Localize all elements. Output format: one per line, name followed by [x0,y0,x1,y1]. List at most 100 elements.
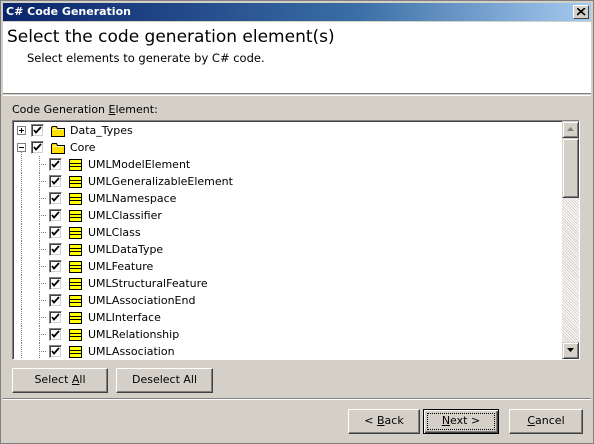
class-icon [69,295,82,310]
checkmark-icon [51,347,60,355]
tree-item-checkbox[interactable] [49,345,62,358]
tree-line [21,224,22,241]
tree-item-checkbox[interactable] [49,311,62,324]
class-icon [69,176,82,191]
tree-line [21,292,22,309]
class-icon [69,193,82,208]
tree-line [21,275,22,292]
code-generation-dialog: C# Code Generation Select the code gener… [0,0,594,444]
close-icon [577,8,586,16]
tree-item-checkbox[interactable] [49,158,62,171]
class-icon [69,346,82,359]
tree-item-label[interactable]: UMLAssociation [88,345,175,358]
wizard-header: Select the code generation element(s) Se… [3,22,591,94]
tree-line [21,343,22,359]
tree-item-label[interactable]: UMLModelElement [88,158,190,171]
tree-item-label[interactable]: UMLClass [88,226,141,239]
tree-item[interactable]: UMLDataType [13,241,561,258]
scroll-thumb[interactable] [562,138,579,198]
checkmark-icon [51,160,60,168]
tree-item-checkbox[interactable] [49,209,62,222]
collapse-icon[interactable] [17,143,26,152]
tree-item-checkbox[interactable] [49,260,62,273]
tree-item-checkbox[interactable] [49,294,62,307]
tree-item-checkbox[interactable] [49,192,62,205]
tree-line [21,309,22,326]
tree-item[interactable]: Data_Types [13,122,561,139]
tree-item-label[interactable]: UMLFeature [88,260,153,273]
tree-rows: Data_Types Core UMLModelElement UMLGenerali… [13,121,561,359]
class-icon [69,227,82,242]
tree-item[interactable]: UMLFeature [13,258,561,275]
tree-item-label[interactable]: UMLDataType [88,243,163,256]
tree-item-checkbox[interactable] [49,243,62,256]
scroll-up-button[interactable] [562,121,579,138]
tree-line [21,173,22,190]
tree-label: Code Generation Element: [12,103,158,116]
folder-icon [51,142,65,157]
header-divider [3,95,591,96]
tree-line [21,258,22,275]
scroll-down-button[interactable] [562,342,579,359]
tree-item-checkbox[interactable] [49,175,62,188]
select-all-button[interactable]: Select All [12,368,108,393]
tree-item[interactable]: Core [13,139,561,156]
cancel-button[interactable]: Cancel [509,409,583,434]
tree-line [21,190,22,207]
class-icon [69,244,82,259]
tree-line [21,241,22,258]
tree-item-label[interactable]: Data_Types [70,124,133,137]
deselect-all-button[interactable]: Deselect All [116,368,213,393]
tree-item[interactable]: UMLClass [13,224,561,241]
class-icon [69,312,82,327]
page-title: Select the code generation element(s) [7,27,335,47]
checkmark-icon [51,262,60,270]
checkmark-icon [51,313,60,321]
tree-line [21,156,22,173]
tree-item[interactable]: UMLNamespace [13,190,561,207]
tree-line [21,326,22,343]
window-title: C# Code Generation [6,5,131,18]
tree-item-label[interactable]: UMLClassifier [88,209,162,222]
tree-item-checkbox[interactable] [49,226,62,239]
tree-item[interactable]: UMLModelElement [13,156,561,173]
tree-item[interactable]: UMLGeneralizableElement [13,173,561,190]
tree-item-checkbox[interactable] [49,328,62,341]
class-icon [69,278,82,293]
checkmark-icon [51,330,60,338]
tree-item-label[interactable]: UMLNamespace [88,192,176,205]
vertical-scrollbar[interactable] [562,121,579,359]
tree-line [21,207,22,224]
element-tree[interactable]: Data_Types Core UMLModelElement UMLGenerali… [12,120,580,360]
tree-item[interactable]: UMLAssociation [13,343,561,359]
tree-item-label[interactable]: UMLRelationship [88,328,179,341]
folder-icon [51,125,65,140]
expand-icon[interactable] [17,126,26,135]
tree-item-label[interactable]: UMLStructuralFeature [88,277,208,290]
checkmark-icon [33,143,42,151]
close-button[interactable] [573,5,589,19]
class-icon [69,159,82,174]
tree-item-checkbox[interactable] [31,141,44,154]
checkmark-icon [51,177,60,185]
next-button[interactable]: Next > [423,409,499,434]
tree-item-label[interactable]: UMLGeneralizableElement [88,175,233,188]
checkmark-icon [51,228,60,236]
tree-item-checkbox[interactable] [31,124,44,137]
tree-item[interactable]: UMLRelationship [13,326,561,343]
tree-item-label[interactable]: Core [70,141,95,154]
tree-item-checkbox[interactable] [49,277,62,290]
back-button[interactable]: < Back [348,409,420,434]
tree-item[interactable]: UMLInterface [13,309,561,326]
tree-item[interactable]: UMLClassifier [13,207,561,224]
class-icon [69,210,82,225]
checkmark-icon [51,296,60,304]
tree-item[interactable]: UMLAssociationEnd [13,292,561,309]
tree-item-label[interactable]: UMLAssociationEnd [88,294,195,307]
page-subtitle: Select elements to generate by C# code. [27,51,265,65]
title-bar[interactable]: C# Code Generation [3,3,591,21]
tree-item-label[interactable]: UMLInterface [88,311,161,324]
tree-item[interactable]: UMLStructuralFeature [13,275,561,292]
arrow-down-icon [567,348,574,352]
checkmark-icon [51,211,60,219]
